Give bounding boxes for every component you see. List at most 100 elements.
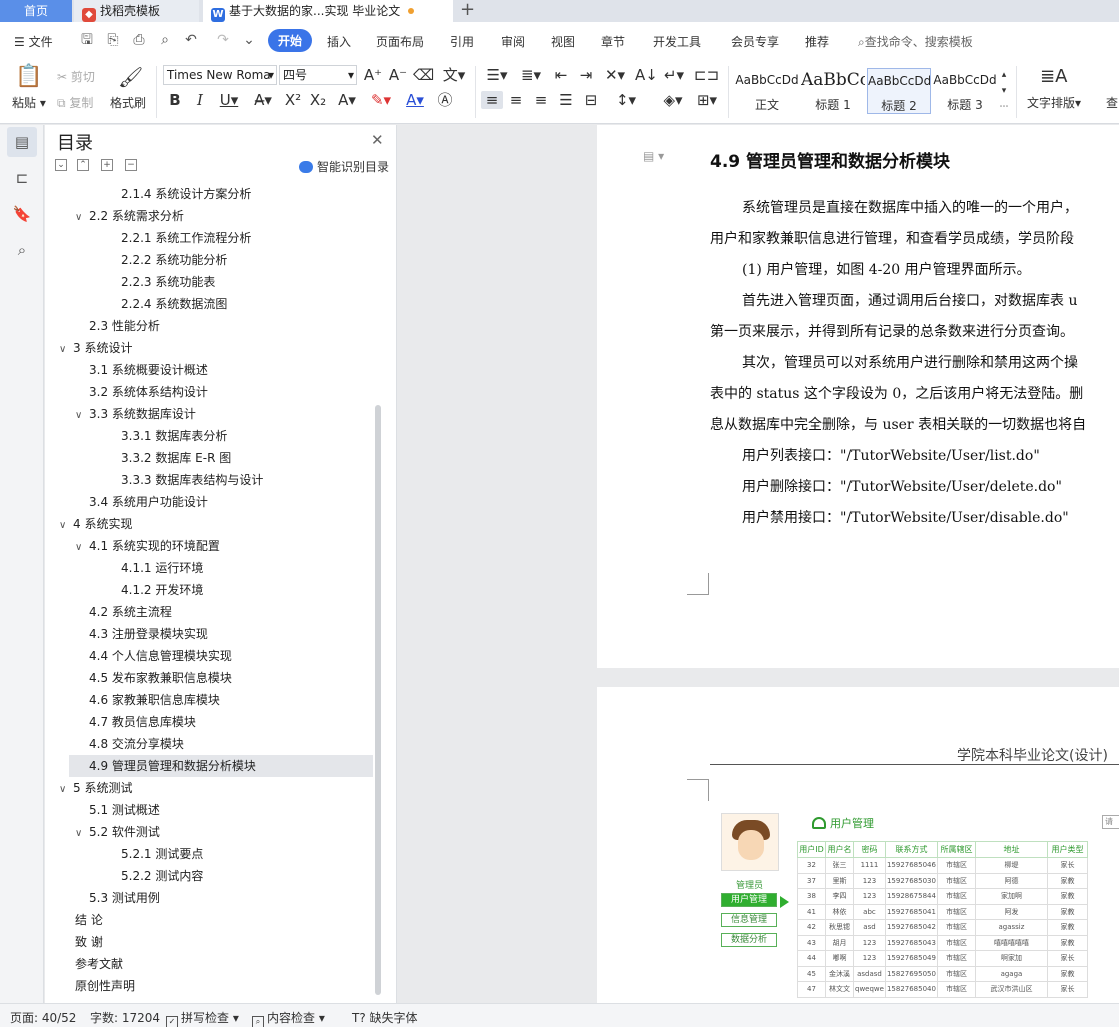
toc-item[interactable]: 3.4 系统用户功能设计 [75, 491, 208, 513]
toc-item[interactable]: 2.3 性能分析 [75, 315, 160, 337]
paste-button[interactable]: 粘贴 ▾ [12, 94, 46, 111]
redo-icon[interactable]: ↷ [214, 31, 232, 49]
toc-item[interactable]: 4.8 交流分享模块 [75, 733, 184, 755]
toc-item[interactable]: 致 谢 [75, 931, 103, 953]
toc-item[interactable]: ∨ 3.3 系统数据库设计 [75, 403, 196, 425]
toc-item[interactable]: 3.3.2 数据库 E-R 图 [107, 447, 231, 469]
font-size-select[interactable]: 四号 ▾ [279, 65, 357, 85]
line-spacing-icon[interactable]: ↕▾ [612, 91, 640, 109]
style-heading-2[interactable]: AaBbCcDd 标题 2 [867, 68, 931, 114]
toc-item[interactable]: 4.2 系统主流程 [75, 601, 172, 623]
text-layout-icon[interactable]: ≣A [1040, 64, 1067, 90]
chevron-down-icon[interactable]: ∨ [59, 339, 73, 361]
menu-references[interactable]: 引用 [450, 33, 474, 50]
toc-item[interactable]: 4.5 发布家教兼职信息模块 [75, 667, 232, 689]
shading-icon[interactable]: ◈▾ [659, 91, 687, 109]
chevron-down-icon[interactable]: ∨ [59, 779, 73, 801]
toc-item[interactable]: 5.1 测试概述 [75, 799, 160, 821]
style-heading-1[interactable]: AaBbCc 标题 1 [801, 68, 865, 114]
shrink-font-icon[interactable]: A⁻ [388, 66, 408, 84]
italic-icon[interactable]: I [191, 91, 209, 109]
tab-home[interactable]: 首页 [0, 0, 72, 22]
font-color-icon[interactable]: A▾ [401, 91, 429, 109]
export-pdf-icon[interactable]: ⎘ [104, 31, 122, 49]
toc-item[interactable]: ∨ 2.2 系统需求分析 [75, 205, 184, 227]
toc-item[interactable]: 参考文献 [75, 953, 123, 975]
text-layout-button[interactable]: 文字排版▾ [1027, 94, 1081, 111]
find-button[interactable]: 查 [1106, 94, 1118, 111]
paragraph-menu-icon[interactable]: ▤ ▾ [643, 149, 664, 163]
justify-icon[interactable]: ☰ [556, 91, 576, 109]
styles-more-icon[interactable]: ⋯ [998, 98, 1010, 116]
bookmark-icon[interactable]: 🔖 [7, 199, 37, 229]
toc-item[interactable]: 4.9 管理员管理和数据分析模块 [69, 755, 373, 777]
chevron-down-icon[interactable]: ∨ [75, 207, 89, 229]
format-painter-button[interactable]: 格式刷 [110, 94, 146, 111]
decrease-indent-icon[interactable]: ⇤ [551, 66, 571, 84]
toc-item[interactable]: 4.1.1 运行环境 [107, 557, 203, 579]
menu-page-layout[interactable]: 页面布局 [376, 33, 424, 50]
menu-review[interactable]: 审阅 [501, 33, 525, 50]
toc-item[interactable]: 2.2.2 系统功能分析 [107, 249, 227, 271]
toc-item[interactable]: 5.3 测试用例 [75, 887, 160, 909]
toc-item[interactable]: ∨ 4.1 系统实现的环境配置 [75, 535, 220, 557]
align-center-icon[interactable]: ≡ [506, 91, 526, 109]
toc-item[interactable]: ∨ 3 系统设计 [59, 337, 132, 359]
toc-item[interactable]: 原创性声明 [75, 975, 135, 997]
underline-icon[interactable]: U▾ [215, 91, 243, 109]
chevron-down-icon[interactable]: ∨ [59, 515, 73, 537]
bold-icon[interactable]: B [166, 91, 184, 109]
menu-view[interactable]: 视图 [551, 33, 575, 50]
toc-item[interactable]: 4.4 个人信息管理模块实现 [75, 645, 232, 667]
align-right-icon[interactable]: ≡ [531, 91, 551, 109]
expand-all-icon[interactable]: + [101, 159, 113, 171]
content-check-button[interactable]: ⌕ 内容检查 ▾ [252, 1009, 325, 1027]
toc-item[interactable]: 4.7 教员信息库模块 [75, 711, 196, 733]
format-painter-icon[interactable]: 🖌 [118, 64, 143, 90]
toc-scrollbar[interactable] [375, 405, 381, 995]
print-icon[interactable]: ⎙ [130, 31, 148, 49]
collapse-down-icon[interactable]: ⌄ [55, 159, 67, 171]
word-count[interactable]: 字数: 17204 [90, 1009, 160, 1026]
toc-item[interactable]: 4.3 注册登录模块实现 [75, 623, 208, 645]
menu-chapter[interactable]: 章节 [601, 33, 625, 50]
collapse-up-icon[interactable]: ⌃ [77, 159, 89, 171]
undo-icon[interactable]: ↶ [182, 31, 200, 49]
copy-button[interactable]: ⧉ 复制 [57, 94, 93, 111]
sort-icon[interactable]: A↓ [635, 66, 658, 84]
smart-toc-button[interactable]: 智能识别目录 [299, 158, 389, 175]
toc-item[interactable]: 3.2 系统体系结构设计 [75, 381, 208, 403]
toc-item[interactable]: 4.1.2 开发环境 [107, 579, 203, 601]
chinese-layout-icon[interactable]: ✕▾ [601, 66, 629, 84]
chevron-down-icon[interactable]: ∨ [75, 823, 89, 845]
subscript-icon[interactable]: X₂ [308, 91, 328, 109]
toc-item[interactable]: 结 论 [75, 909, 103, 931]
grow-font-icon[interactable]: A⁺ [363, 66, 383, 84]
menu-file[interactable]: ☰ 文件 [14, 33, 53, 50]
pinyin-icon[interactable]: 文▾ [439, 66, 469, 84]
bullet-list-icon[interactable]: ☰▾ [483, 66, 511, 84]
superscript-icon[interactable]: X² [283, 91, 303, 109]
align-left-icon[interactable]: ≡ [481, 91, 503, 109]
print-preview-icon[interactable]: ⌕ [156, 31, 174, 49]
close-icon[interactable]: ✕ [371, 131, 384, 149]
command-search[interactable]: ⌕查找命令、搜索模板 [858, 33, 973, 50]
toc-item[interactable]: 2.2.3 系统功能表 [107, 271, 215, 293]
highlight-icon[interactable]: ✎▾ [367, 91, 395, 109]
style-heading-3[interactable]: AaBbCcDd 标题 3 [933, 68, 997, 114]
toc-item[interactable]: 2.2.1 系统工作流程分析 [107, 227, 251, 249]
toc-item[interactable]: 3.3.1 数据库表分析 [107, 425, 227, 447]
toc-item[interactable]: 2.2.4 系统数据流图 [107, 293, 227, 315]
increase-indent-icon[interactable]: ⇥ [576, 66, 596, 84]
paste-icon[interactable]: 📋 [15, 64, 42, 90]
toc-item[interactable]: 4.6 家教兼职信息库模块 [75, 689, 220, 711]
toc-panel-icon[interactable]: ▤ [7, 127, 37, 157]
menu-home[interactable]: 开始 [268, 29, 313, 52]
style-normal[interactable]: AaBbCcDd 正文 [735, 68, 799, 114]
menu-recommend[interactable]: 推荐 [805, 33, 829, 50]
strikethrough-icon[interactable]: A̶▾ [249, 91, 277, 109]
spell-check-button[interactable]: ✓ 拼写检查 ▾ [166, 1009, 239, 1027]
document-page[interactable]: ▤ ▾ 4.9 管理员管理和数据分析模块 系统管理员是直接在数据库中插入的唯一的… [597, 125, 1119, 668]
numbered-list-icon[interactable]: ≣▾ [517, 66, 545, 84]
toc-item[interactable]: ∨ 5.2 软件测试 [75, 821, 160, 843]
